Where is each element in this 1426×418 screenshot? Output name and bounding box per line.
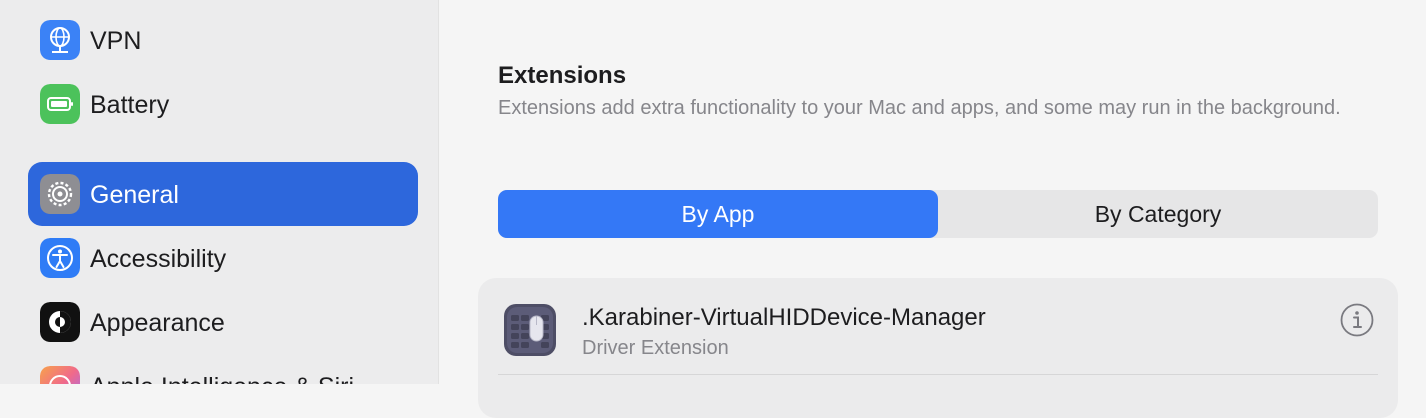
sidebar-item-label: General (90, 181, 179, 209)
sidebar-item-battery[interactable]: Battery (28, 72, 418, 136)
segment-by-app[interactable]: By App (498, 190, 938, 238)
view-mode-segmented-control: By App By Category (498, 190, 1378, 238)
sidebar-item-accessibility[interactable]: Accessibility (28, 226, 418, 290)
extension-type: Driver Extension (582, 337, 729, 359)
battery-icon (40, 84, 80, 124)
sidebar-item-label: VPN (90, 27, 142, 55)
main-content: Extensions Extensions add extra function… (439, 0, 1426, 418)
karabiner-keyboard-icon (503, 303, 557, 357)
row-divider (498, 374, 1378, 375)
extension-name: .Karabiner-VirtualHIDDevice-Manager (582, 304, 986, 331)
sidebar-item-label: Battery (90, 91, 170, 119)
sidebar: VPN Battery General Accessibility Appear… (0, 0, 439, 384)
segment-by-category[interactable]: By Category (938, 190, 1378, 238)
sidebar-item-vpn[interactable]: VPN (28, 8, 418, 72)
gear-icon (40, 174, 80, 214)
extensions-list: .Karabiner-VirtualHIDDevice-Manager Driv… (478, 278, 1398, 418)
apple-intelligence-icon (40, 366, 80, 384)
sidebar-item-apple-intelligence[interactable]: Apple Intelligence & Siri (28, 354, 418, 384)
sidebar-item-appearance[interactable]: Appearance (28, 290, 418, 354)
sidebar-item-general[interactable]: General (28, 162, 418, 226)
section-description: Extensions add extra functionality to yo… (498, 97, 1341, 119)
accessibility-icon (40, 238, 80, 278)
sidebar-item-label: Appearance (90, 309, 225, 337)
info-icon[interactable] (1340, 303, 1374, 337)
globe-network-icon (40, 20, 80, 60)
sidebar-item-label: Accessibility (90, 245, 227, 273)
section-title: Extensions (498, 62, 627, 89)
sidebar-item-label: Apple Intelligence & Siri (90, 372, 354, 384)
appearance-icon (40, 302, 80, 342)
